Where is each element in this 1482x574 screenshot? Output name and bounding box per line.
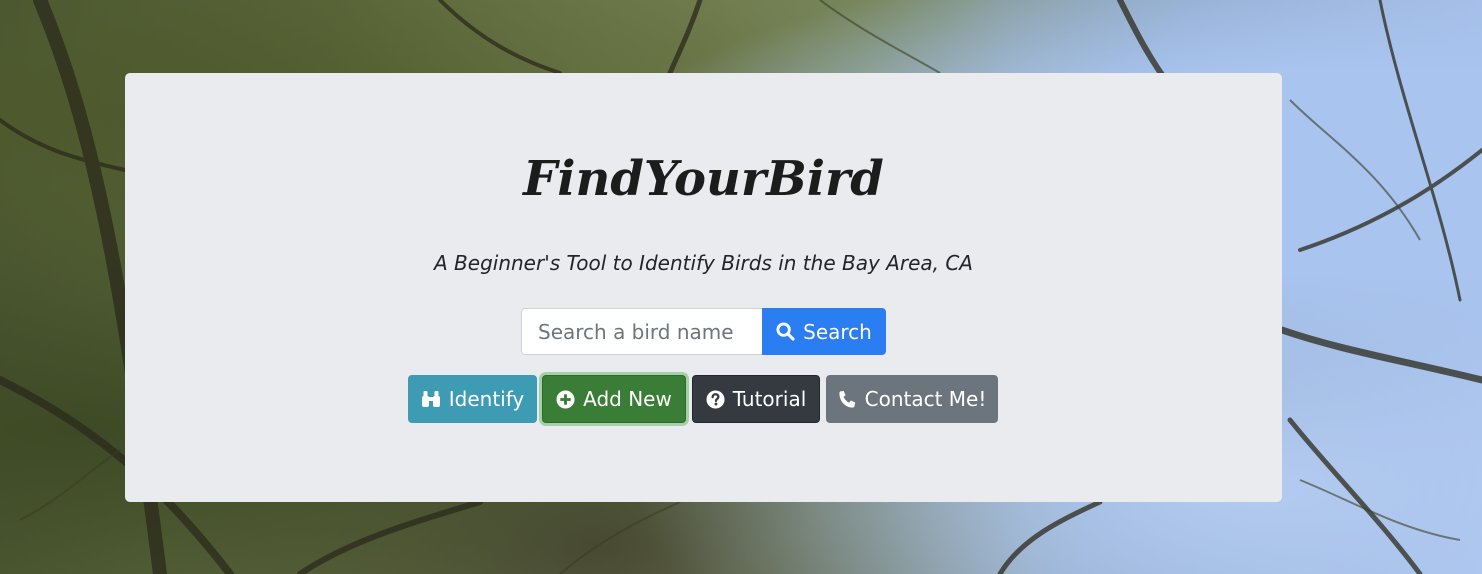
search-input[interactable] bbox=[521, 308, 762, 355]
page-background: FindYourBird A Beginner's Tool to Identi… bbox=[0, 0, 1482, 574]
binoculars-icon bbox=[421, 390, 441, 408]
search-button[interactable]: Search bbox=[762, 308, 886, 355]
identify-button-label: Identify bbox=[448, 387, 525, 411]
search-form: Search bbox=[521, 308, 886, 355]
question-circle-icon bbox=[706, 389, 725, 409]
identify-button[interactable]: Identify bbox=[408, 375, 537, 423]
add-new-button-label: Add New bbox=[583, 387, 672, 411]
search-icon bbox=[776, 322, 795, 341]
jumbotron-panel: FindYourBird A Beginner's Tool to Identi… bbox=[125, 73, 1282, 502]
tutorial-button-label: Tutorial bbox=[732, 387, 807, 411]
contact-button-label: Contact Me! bbox=[864, 387, 987, 411]
phone-icon bbox=[838, 390, 857, 409]
tutorial-button[interactable]: Tutorial bbox=[692, 375, 820, 423]
page-title: FindYourBird bbox=[523, 151, 884, 207]
contact-button[interactable]: Contact Me! bbox=[826, 375, 998, 423]
add-new-button[interactable]: Add New bbox=[542, 375, 686, 423]
search-button-label: Search bbox=[803, 319, 872, 344]
plus-circle-icon bbox=[556, 389, 575, 409]
page-subtitle: A Beginner's Tool to Identify Birds in t… bbox=[434, 251, 973, 275]
